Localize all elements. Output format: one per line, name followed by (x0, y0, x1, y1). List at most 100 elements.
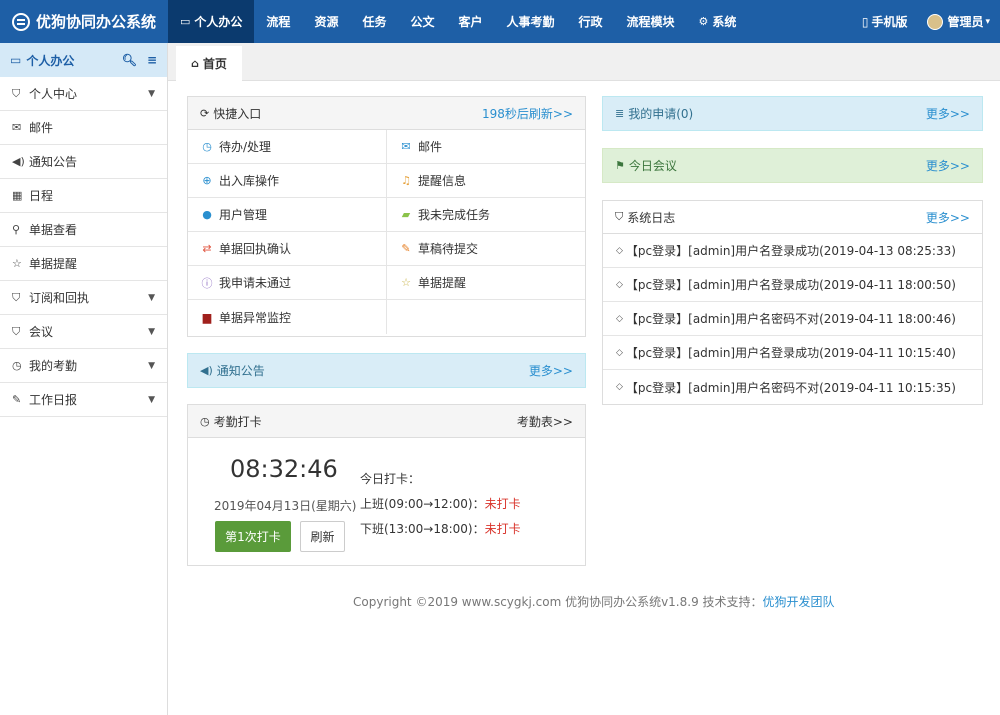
tab-home[interactable]: ⌂ 首页 (176, 46, 242, 81)
quick-anomaly-monitor[interactable]: ▆ 单据异常监控 (188, 300, 387, 334)
log-item[interactable]: ◇ 【pc登录】[admin]用户名密码不对(2019-04-11 10:15:3… (603, 370, 982, 404)
nav-label: 个人办公 (194, 15, 243, 29)
main-content: ⟳ 快捷入口 198秒后刷新>> ◷ 待办/处理 ✉ 邮件 ⊕ 出入库操作 ♫ 提醒信息… (168, 81, 1000, 715)
search-icon: ⚲ (12, 223, 21, 236)
nav-workflow-modules[interactable]: 流程模块 (615, 0, 687, 43)
quick-label: 出入库操作 (219, 174, 280, 188)
sidebar-item-label: 会议 (29, 325, 54, 339)
speaker-icon: ◀) (12, 155, 25, 168)
search-icon[interactable]: 🔍︎ (122, 53, 137, 67)
quick-label: 我未完成任务 (418, 208, 491, 222)
support-team-link[interactable]: 优狗开发团队 (763, 595, 835, 609)
nav-tasks[interactable]: 任务 (350, 0, 398, 43)
nav-label: 流程模块 (626, 15, 675, 29)
quick-entry-panel: ⟳ 快捷入口 198秒后刷新>> ◷ 待办/处理 ✉ 邮件 ⊕ 出入库操作 ♫ 提醒信息… (187, 96, 586, 337)
log-item[interactable]: ◇ 【pc登录】[admin]用户名登录成功(2019-04-11 18:00:5… (603, 268, 982, 302)
quick-user-management[interactable]: ● 用户管理 (188, 198, 387, 232)
briefcase-icon: ▆ (202, 310, 212, 324)
today-meeting-panel: ⚑ 今日会议 更多>> (602, 148, 983, 183)
clock-icon: ◷ (202, 140, 212, 153)
diamond-icon: ◇ (616, 313, 623, 324)
quick-mail[interactable]: ✉ 邮件 (387, 130, 585, 164)
log-item[interactable]: ◇ 【pc登录】[admin]用户名登录成功(2019-04-11 10:15:4… (603, 336, 982, 370)
menu-icon[interactable]: ≡ (147, 53, 157, 67)
more-link[interactable]: 更多>> (926, 209, 970, 226)
refresh-countdown-link[interactable]: 198秒后刷新>> (482, 105, 573, 122)
sidebar-item-label: 单据提醒 (29, 257, 78, 271)
sidebar-item-label: 个人中心 (29, 87, 78, 101)
refresh-icon: ⟳ (200, 106, 210, 120)
sidebar-item-doc-reminder[interactable]: ☆ 单据提醒 (0, 247, 167, 281)
quick-rejected-apps[interactable]: ⓘ 我申请未通过 (188, 266, 387, 300)
nav-label: 资源 (314, 15, 339, 29)
list-icon: ≣ (615, 107, 625, 120)
caret-down-icon: ▼ (148, 394, 155, 405)
sidebar-item-notice[interactable]: ◀) 通知公告 (0, 145, 167, 179)
user-name: 管理员 (947, 15, 984, 29)
punch-button[interactable]: 第1次打卡 (215, 521, 291, 552)
main-nav: ▭ 个人办公 流程 资源 任务 公文 客户 人事考勤 行政 流程模块 ⚙ 系统 (168, 0, 748, 43)
nav-system[interactable]: ⚙ 系统 (687, 0, 749, 43)
more-link[interactable]: 更多>> (926, 157, 970, 174)
log-text: 【pc登录】[admin]用户名登录成功(2019-04-11 18:00:50… (625, 278, 956, 292)
sidebar-item-my-attendance[interactable]: ◷ 我的考勤 ▼ (0, 349, 167, 383)
nav-workflow[interactable]: 流程 (254, 0, 302, 43)
more-link[interactable]: 更多>> (529, 362, 573, 379)
nav-documents[interactable]: 公文 (398, 0, 446, 43)
quick-label: 单据提醒 (418, 276, 467, 290)
nav-personal-office[interactable]: ▭ 个人办公 (168, 0, 255, 43)
quick-drafts[interactable]: ✎ 草稿待提交 (387, 232, 585, 266)
sidebar-item-schedule[interactable]: ▦ 日程 (0, 179, 167, 213)
sidebar-item-personal-center[interactable]: ⛉ 个人中心 ▼ (0, 77, 167, 111)
notice-panel: ◀) 通知公告 更多>> (187, 353, 586, 388)
tab-bar: ⌂ 首页 (168, 43, 1000, 81)
top-right-tools: ▯ 手机版 管理员 ▾ (852, 0, 1000, 43)
sidebar-item-subscription[interactable]: ⛉ 订阅和回执 ▼ (0, 281, 167, 315)
nav-label: 客户 (458, 15, 483, 29)
sidebar: ▭ 个人办公 🔍︎ ≡ ⛉ 个人中心 ▼ ✉ 邮件 ◀) 通知公告 ▦ 日程 ⚲ 单据查看 … (0, 43, 168, 715)
nav-label: 行政 (578, 15, 603, 29)
nav-hr-attendance[interactable]: 人事考勤 (495, 0, 567, 43)
gear-icon: ⚙ (698, 15, 709, 28)
sidebar-item-doc-view[interactable]: ⚲ 单据查看 (0, 213, 167, 247)
log-item[interactable]: ◇ 【pc登录】[admin]用户名登录成功(2019-04-13 08:25:3… (603, 234, 982, 268)
quick-stock-ops[interactable]: ⊕ 出入库操作 (188, 164, 387, 198)
user-menu[interactable]: 管理员 ▾ (917, 13, 1000, 30)
sidebar-item-daily-report[interactable]: ✎ 工作日报 ▼ (0, 383, 167, 417)
edit-icon: ✎ (12, 393, 22, 406)
brand[interactable]: 优狗协同办公系统 (0, 0, 168, 43)
exchange-icon: ⇄ (202, 242, 212, 255)
sidebar-tools: 🔍︎ ≡ (122, 53, 157, 67)
attendance-sheet-link[interactable]: 考勤表>> (517, 413, 573, 430)
plus-circle-icon: ⊕ (202, 174, 212, 187)
date-display: 2019年04月13日(星期六) (214, 499, 357, 513)
mobile-version-link[interactable]: ▯ 手机版 (852, 13, 918, 30)
nav-administration[interactable]: 行政 (567, 0, 615, 43)
nav-resources[interactable]: 资源 (302, 0, 350, 43)
footer: Copyright ©2019 www.scygkj.com 优狗协同办公系统v… (353, 593, 835, 610)
sidebar-item-mail[interactable]: ✉ 邮件 (0, 111, 167, 145)
log-item[interactable]: ◇ 【pc登录】[admin]用户名密码不对(2019-04-11 18:00:4… (603, 302, 982, 336)
diamond-icon: ◇ (616, 279, 623, 290)
log-text: 【pc登录】[admin]用户名登录成功(2019-04-11 10:15:40… (625, 346, 956, 360)
monitor-icon: ▭ (180, 15, 191, 28)
edit-icon: ✎ (401, 242, 411, 255)
panel-header: ≣ 我的申请(0) 更多>> (603, 97, 982, 130)
quick-unfinished-tasks[interactable]: ▰ 我未完成任务 (387, 198, 585, 232)
quick-label: 待办/处理 (219, 140, 272, 154)
more-link[interactable]: 更多>> (926, 105, 970, 122)
quick-reminders[interactable]: ♫ 提醒信息 (387, 164, 585, 198)
book-icon: ▰ (401, 208, 411, 221)
nav-customers[interactable]: 客户 (446, 0, 494, 43)
quick-doc-reminder[interactable]: ☆ 单据提醒 (387, 266, 585, 300)
quick-label: 我申请未通过 (219, 276, 292, 290)
home-icon: ⌂ (191, 57, 199, 70)
quick-receipt-confirm[interactable]: ⇄ 单据回执确认 (188, 232, 387, 266)
sidebar-item-meeting[interactable]: ⛉ 会议 ▼ (0, 315, 167, 349)
monitor-icon: ▭ (10, 53, 22, 67)
envelope-icon: ✉ (12, 121, 22, 134)
panel-header: ◷ 考勤打卡 考勤表>> (188, 405, 585, 438)
quick-todo[interactable]: ◷ 待办/处理 (188, 130, 387, 164)
refresh-button[interactable]: 刷新 (300, 521, 345, 552)
log-text: 【pc登录】[admin]用户名登录成功(2019-04-13 08:25:33… (625, 244, 956, 258)
